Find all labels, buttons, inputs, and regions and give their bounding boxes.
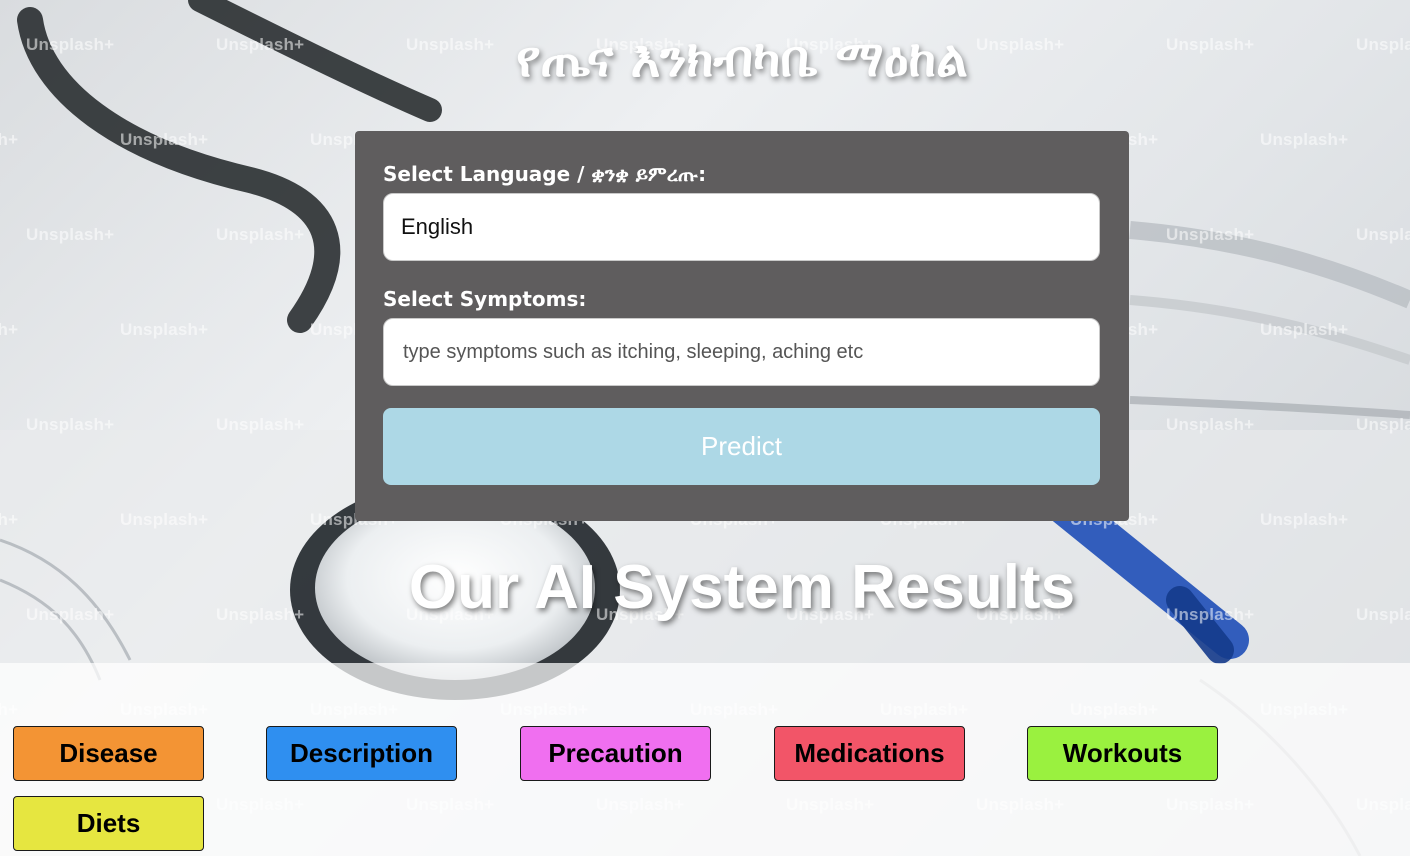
watermark-text: Unsplash+ [0, 130, 19, 149]
watermark-text: Unsplash+ [120, 130, 209, 149]
watermark-text: Unsplash+ [0, 510, 19, 529]
watermark-text: Unsplash+ [216, 225, 305, 244]
watermark-text: Unsplash+ [1260, 130, 1349, 149]
watermark-text: Unsplash+ [1356, 225, 1410, 244]
results-heading: Our AI System Results [408, 553, 1076, 622]
description-button[interactable]: Description [266, 726, 457, 781]
page-title: የጤና እንክብካቤ ማዕከል [516, 30, 968, 88]
diets-button[interactable]: Diets [13, 796, 204, 851]
language-selected-value: English [401, 214, 474, 239]
watermark-text: Unsplash+ [1260, 510, 1349, 529]
watermark-text: Unsplash+ [216, 415, 305, 434]
watermark-text: Unsplash+ [1260, 320, 1349, 339]
workouts-button[interactable]: Workouts [1027, 726, 1218, 781]
watermark-text: Unsplash+ [120, 320, 209, 339]
disease-button[interactable]: Disease [13, 726, 204, 781]
medications-button[interactable]: Medications [774, 726, 965, 781]
symptoms-label: Select Symptoms: [383, 287, 587, 311]
watermark-text: Unsplash+ [1166, 225, 1255, 244]
watermark-text: Unsplash+ [26, 225, 115, 244]
predict-button[interactable]: Predict [383, 408, 1100, 485]
watermark-text: Unsplash+ [120, 510, 209, 529]
results-panel: Disease Description Precaution Medicatio… [0, 663, 1410, 856]
watermark-text: Unsplash+ [1166, 415, 1255, 434]
watermark-text: Unsplash+ [1356, 415, 1410, 434]
language-select[interactable]: English [383, 193, 1100, 261]
language-label: Select Language / ቋንቋ ይምረጡ: [383, 162, 707, 186]
precaution-button[interactable]: Precaution [520, 726, 711, 781]
symptoms-input[interactable] [401, 339, 1082, 365]
symptoms-field [383, 318, 1100, 386]
page: Unsplash+ Unsplash+ Unsplash+ Unsplash+ Unsp… [0, 0, 1410, 856]
watermark-text: Unsplash+ [26, 415, 115, 434]
watermark-text: Unsplash+ [0, 320, 19, 339]
prediction-form: Select Language / ቋንቋ ይምረጡ: English Sele… [355, 131, 1129, 521]
